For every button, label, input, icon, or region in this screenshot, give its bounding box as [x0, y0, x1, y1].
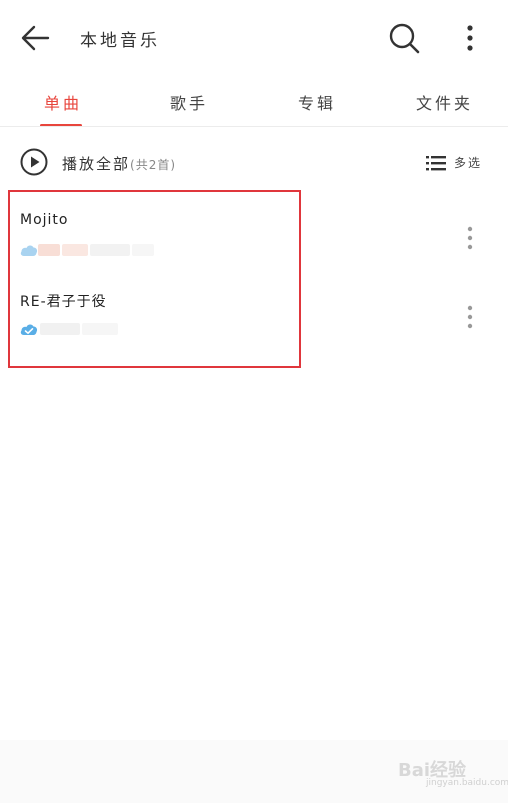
play-circle-icon — [20, 148, 48, 176]
multi-select-label: 多选 — [454, 156, 483, 170]
song-more-button[interactable] — [458, 301, 482, 335]
tab-artists[interactable]: 歌手 — [170, 90, 208, 114]
play-all-row: 播放全部(共2首) 多选 — [0, 140, 508, 184]
search-icon — [389, 23, 420, 54]
divider — [0, 126, 508, 127]
tab-songs[interactable]: 单曲 — [44, 90, 82, 114]
highlight-annotation-box — [8, 190, 301, 368]
top-bar: 本地音乐 — [0, 0, 508, 76]
vertical-dots-icon — [467, 305, 473, 329]
song-more-button[interactable] — [458, 222, 482, 256]
watermark-subtext: jingyan.baidu.com — [426, 778, 508, 788]
back-button[interactable] — [18, 22, 58, 54]
vertical-dots-icon — [467, 226, 473, 250]
tab-folders[interactable]: 文件夹 — [416, 90, 473, 114]
watermark: Bai经验 jingyan.baidu.com — [396, 752, 508, 792]
play-all-label[interactable]: 播放全部(共2首) — [62, 153, 176, 174]
arrow-left-icon — [21, 25, 50, 51]
tab-albums[interactable]: 专辑 — [298, 90, 336, 114]
search-button[interactable] — [386, 20, 422, 56]
more-options-button[interactable] — [458, 20, 482, 56]
play-all-button[interactable] — [20, 148, 48, 176]
play-all-text: 播放全部 — [62, 155, 131, 173]
song-count: (共2首) — [130, 158, 177, 172]
vertical-dots-icon — [467, 25, 473, 51]
page-title: 本地音乐 — [80, 31, 160, 51]
tab-bar: 单曲 歌手 专辑 文件夹 — [0, 76, 508, 127]
list-icon — [426, 156, 446, 171]
